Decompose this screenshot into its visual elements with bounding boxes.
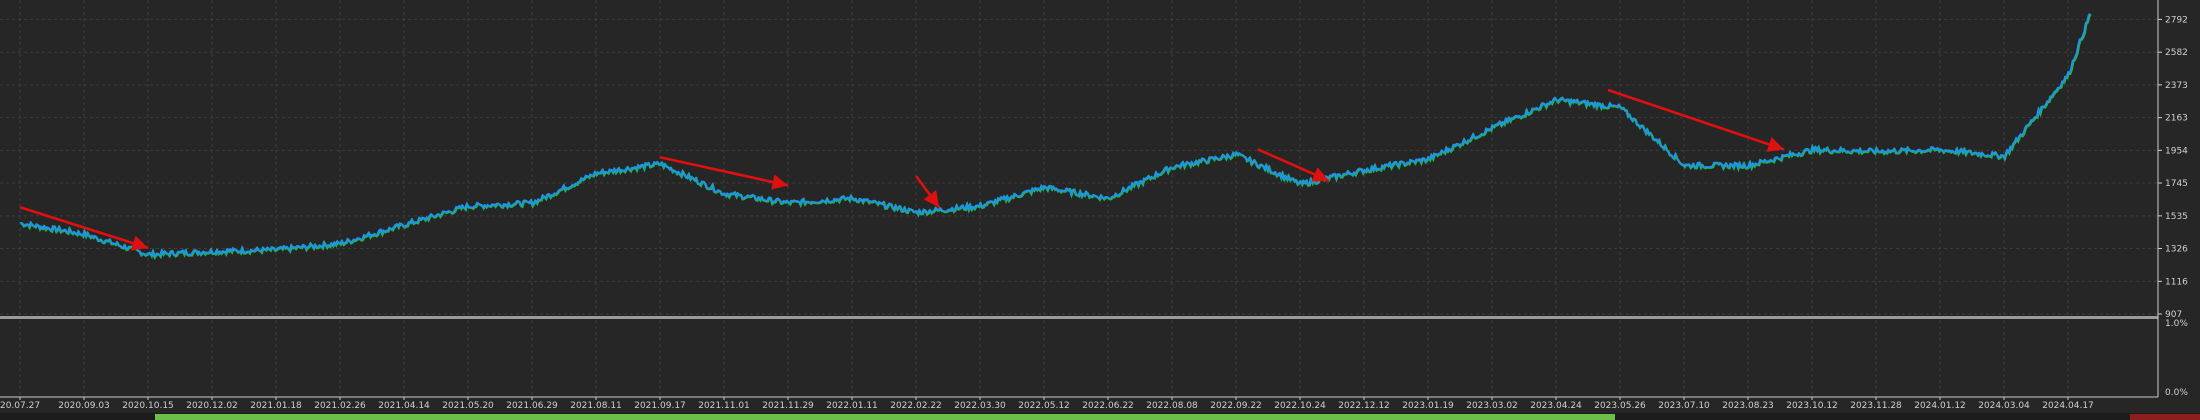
y-tick-label: 1535: [2165, 212, 2188, 222]
progress-bar: [155, 414, 1615, 420]
x-tick-label: 2023.01.19: [1402, 401, 1454, 411]
annotation-arrow: [1257, 148, 1330, 182]
x-tick-label: 2021.09.17: [634, 401, 686, 411]
x-tick-label: 2022.01.11: [826, 401, 878, 411]
x-tick-label: 2021.05.20: [442, 401, 494, 411]
price-chart[interactable]: 9071116132615351745195421632373258227921…: [0, 0, 2200, 420]
x-tick-label: 2020.10.15: [122, 401, 174, 411]
x-tick-label: 2021.02.26: [314, 401, 366, 411]
status-indicator: [2130, 414, 2200, 420]
x-tick-label: 2021.06.29: [506, 401, 558, 411]
pane-separator: [0, 316, 2158, 319]
y-tick-label: 2163: [2165, 114, 2188, 124]
series-line: [19, 12, 2091, 259]
indicator-tick-label: 1.0%: [2165, 319, 2188, 329]
x-tick-label: 2023.08.23: [1722, 401, 1774, 411]
x-tick-label: 2024.01.12: [1914, 401, 1966, 411]
x-tick-label: 2021.08.11: [570, 401, 622, 411]
chart-window: 907 1116 1326 1535 1745 1954 2163 2373 2582 2792 1…: [0, 0, 2200, 420]
x-tick-label: 2022.02.22: [890, 401, 942, 411]
x-tick-label: 2022.09.22: [1210, 401, 1262, 411]
x-tick-label: 2022.10.24: [1274, 401, 1326, 411]
x-tick-label: 20.07.27: [0, 401, 40, 411]
x-tick-label: 2023.05.26: [1594, 401, 1646, 411]
x-tick-label: 2021.11.01: [698, 401, 750, 411]
y-tick-label: 1326: [2165, 245, 2188, 255]
y-tick-label: 1954: [2165, 146, 2188, 156]
x-tick-label: 2024.04.17: [2042, 401, 2094, 411]
annotation-arrow: [914, 175, 941, 209]
y-tick-label: 2582: [2165, 48, 2188, 58]
x-tick-label: 2022.12.12: [1338, 401, 1390, 411]
x-tick-label: 2020.12.02: [186, 401, 238, 411]
x-tick-label: 2021.01.18: [250, 401, 302, 411]
x-tick-label: 2022.08.08: [1146, 401, 1198, 411]
series-line-shadow: [20, 13, 2092, 261]
y-tick-label: 2792: [2165, 15, 2188, 25]
grid: [0, 0, 2158, 397]
x-tick-label: 2022.05.12: [1018, 401, 1070, 411]
y-tick-label: 2373: [2165, 81, 2188, 91]
x-tick-label: 2024.03.04: [1978, 401, 2030, 411]
x-tick-label: 2021.04.14: [378, 401, 430, 411]
x-tick-label: 2023.07.10: [1658, 401, 1710, 411]
x-tick-label: 2023.04.24: [1530, 401, 1582, 411]
x-tick-label: 2023.10.12: [1786, 401, 1838, 411]
x-tick-label: 2023.03.02: [1466, 401, 1518, 411]
x-tick-label: 2021.11.29: [762, 401, 814, 411]
x-tick-label: 2022.06.22: [1082, 401, 1134, 411]
y-tick-label: 1116: [2165, 277, 2188, 287]
x-tick-label: 2023.11.28: [1850, 401, 1902, 411]
y-tick-label: 1745: [2165, 179, 2188, 189]
x-tick-label: 2020.09.03: [58, 401, 110, 411]
indicator-tick-label: 0.0%: [2165, 388, 2188, 398]
x-tick-label: 2022.03.30: [954, 401, 1006, 411]
